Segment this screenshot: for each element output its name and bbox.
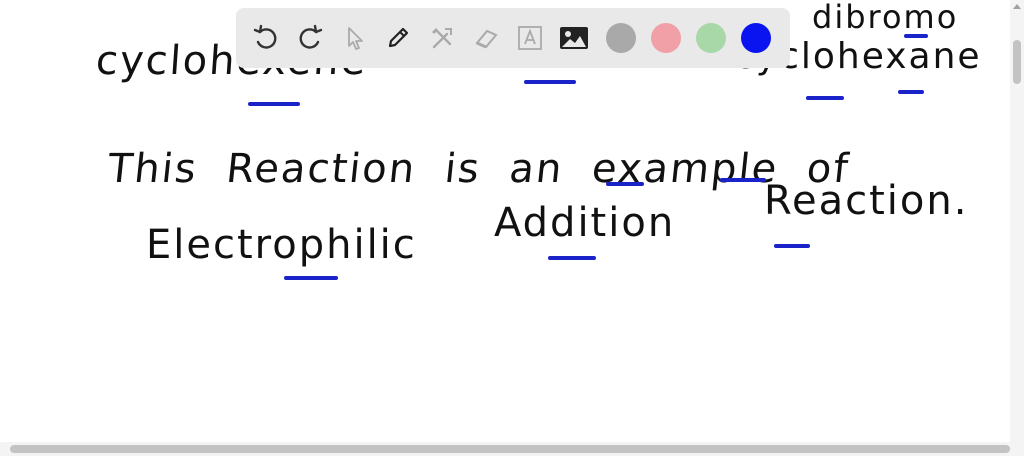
handwriting-reaction: Reaction. <box>764 178 969 224</box>
undo-icon <box>253 24 277 49</box>
redo-icon <box>299 24 323 49</box>
tools-button[interactable] <box>424 20 460 56</box>
color-swatch-green[interactable] <box>696 23 726 53</box>
text-tool-button[interactable] <box>512 20 548 56</box>
vertical-scroll-thumb[interactable] <box>1013 40 1021 84</box>
underline-mark <box>720 178 766 182</box>
underline-mark <box>606 182 644 186</box>
underline-mark <box>548 256 596 260</box>
horizontal-scrollbar[interactable] <box>0 442 1024 456</box>
underline-mark <box>898 90 924 94</box>
handwriting-addition: Addition <box>494 200 676 246</box>
scroll-up-arrow-icon[interactable] <box>1013 4 1021 9</box>
color-swatch-pink[interactable] <box>651 23 681 53</box>
redo-button[interactable] <box>292 20 328 56</box>
underline-mark <box>904 34 928 38</box>
eraser-tool-button[interactable] <box>468 20 504 56</box>
handwriting-sentence-line-1: This Reaction is an example of <box>105 146 853 192</box>
underline-mark <box>774 244 810 248</box>
color-swatch-blue[interactable] <box>741 23 771 53</box>
underline-mark <box>284 276 338 280</box>
vertical-scrollbar[interactable] <box>1010 0 1024 442</box>
whiteboard-canvas[interactable]: cyclohexene dibromo cyclohexane This Rea… <box>0 0 1024 456</box>
image-icon <box>560 27 588 49</box>
underline-mark <box>248 102 300 106</box>
drawing-toolbar <box>236 8 790 68</box>
text-icon <box>518 26 542 50</box>
tools-icon <box>431 27 452 49</box>
undo-button[interactable] <box>248 20 284 56</box>
handwriting-dibromo: dibromo <box>812 0 959 36</box>
color-swatch-gray[interactable] <box>606 23 636 53</box>
pen-icon <box>388 27 409 48</box>
horizontal-scroll-thumb[interactable] <box>10 445 1010 453</box>
eraser-icon <box>475 29 498 49</box>
image-tool-button[interactable] <box>556 20 592 56</box>
pen-tool-button[interactable] <box>380 20 416 56</box>
underline-mark <box>806 96 844 100</box>
handwriting-electrophilic: Electrophilic <box>146 222 417 268</box>
select-tool-button[interactable] <box>336 20 372 56</box>
select-icon <box>348 27 363 50</box>
underline-mark <box>524 80 576 84</box>
